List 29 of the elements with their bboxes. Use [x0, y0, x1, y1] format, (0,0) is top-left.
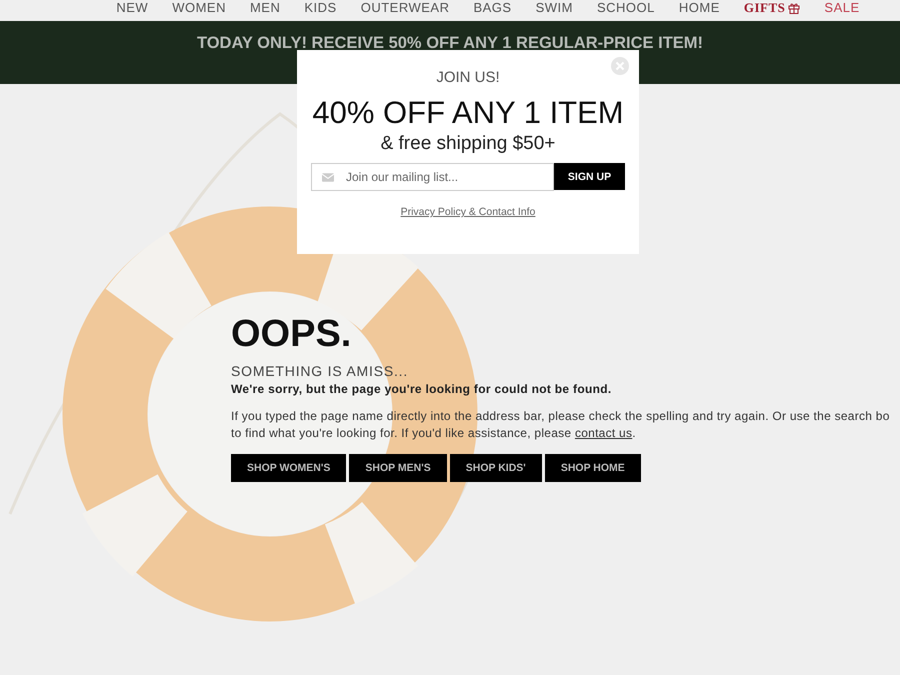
nav-link[interactable]: SALE: [824, 0, 860, 16]
nav-link[interactable]: GIFTS: [744, 0, 800, 16]
shop-button[interactable]: SHOP MEN'S: [349, 454, 447, 482]
shop-button[interactable]: SHOP KIDS': [450, 454, 542, 482]
nav-link[interactable]: KIDS: [304, 0, 337, 16]
nav-link[interactable]: BAGS: [473, 0, 512, 16]
error-message: If you typed the page name directly into the address bar, please check the spelling and try again. Or use the search bo to find what you're looking for. If you'd like assistance, please contact us.: [231, 408, 891, 442]
gift-icon: [788, 2, 800, 14]
nav-link[interactable]: SCHOOL: [596, 0, 655, 16]
nav-link[interactable]: SWIM: [536, 0, 573, 16]
close-button[interactable]: [611, 57, 629, 75]
contact-link[interactable]: contact us: [574, 426, 632, 440]
signup-button[interactable]: SIGN UP: [554, 163, 625, 190]
shop-button[interactable]: SHOP HOME: [544, 454, 641, 482]
error-lead: We're sorry, but the page you're looking for could not be found.: [231, 382, 612, 396]
popup-kicker: JOIN US!: [436, 69, 500, 86]
nav-link[interactable]: HOME: [678, 0, 720, 16]
email-field[interactable]: Join our mailing list...: [311, 163, 554, 191]
nav-link[interactable]: WOMEN: [172, 0, 226, 16]
error-subheading: SOMETHING IS AMISS...: [231, 363, 410, 379]
promo-text: TODAY ONLY! RECEIVE 50% OFF ANY 1 REGULAR-PRICE ITEM!: [196, 34, 704, 54]
shop-button[interactable]: SHOP WOMEN'S: [231, 454, 346, 482]
nav-link[interactable]: MEN: [250, 0, 280, 16]
error-heading: OOPS.: [231, 314, 352, 354]
nav-link[interactable]: OUTERWEAR: [360, 0, 450, 16]
nav-link[interactable]: NEW: [116, 0, 148, 16]
privacy-link[interactable]: Privacy Policy & Contact Info: [400, 206, 536, 218]
popup-headline: 40% OFF ANY 1 ITEM: [312, 95, 624, 131]
popup-subline: & free shipping $50+: [380, 133, 556, 155]
